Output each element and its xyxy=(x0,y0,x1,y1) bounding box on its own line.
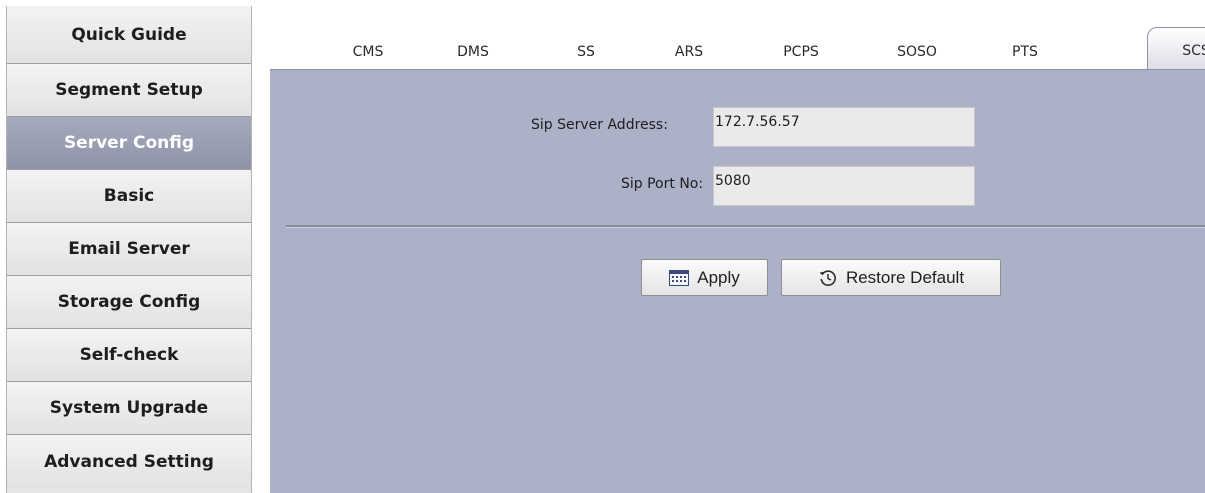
sidebar-item-segment-setup[interactable]: Segment Setup xyxy=(7,64,251,117)
restore-default-button-label: Restore Default xyxy=(845,267,965,287)
sidebar-item-email-server[interactable]: Email Server xyxy=(7,223,251,276)
sidebar-item-label: System Upgrade xyxy=(49,398,209,418)
tab-pcps[interactable]: PCPS xyxy=(783,44,819,60)
calendar-grid-icon xyxy=(669,269,690,286)
apply-button-label: Apply xyxy=(697,267,740,287)
sidebar-item-label: Email Server xyxy=(68,239,190,259)
sip-server-address-label: Sip Server Address: xyxy=(531,117,668,133)
sip-port-no-label: Sip Port No: xyxy=(621,176,704,192)
sidebar-item-server-config[interactable]: Server Config xyxy=(7,117,251,170)
sidebar-item-label: Segment Setup xyxy=(55,80,203,100)
sidebar-item-quick-guide[interactable]: Quick Guide xyxy=(7,6,251,64)
tab-soso[interactable]: SOSO xyxy=(897,44,937,60)
tab-pts[interactable]: PTS xyxy=(1012,44,1038,60)
sip-server-address-field[interactable]: 172.7.56.57 xyxy=(713,107,975,147)
tab-scs[interactable]: SCS xyxy=(1147,27,1205,71)
section-divider xyxy=(286,225,1205,228)
tab-ars[interactable]: ARS xyxy=(675,44,703,60)
tab-bar: CMS DMS SS ARS PCPS SOSO PTS SCS xyxy=(260,0,1205,71)
sidebar-nav: Quick Guide Segment Setup Server Config … xyxy=(6,6,252,493)
sidebar-item-system-upgrade[interactable]: System Upgrade xyxy=(7,382,251,435)
sidebar-item-label: Advanced Setting xyxy=(44,451,214,472)
restore-default-button[interactable]: Restore Default xyxy=(781,259,1001,296)
main-content: CMS DMS SS ARS PCPS SOSO PTS SCS Sip Ser… xyxy=(260,0,1205,493)
sidebar-item-basic[interactable]: Basic xyxy=(7,170,251,223)
sidebar-item-advanced-setting[interactable]: Advanced Setting xyxy=(7,435,251,488)
sidebar-item-label: Quick Guide xyxy=(71,24,187,45)
tab-cms[interactable]: CMS xyxy=(353,44,384,60)
sidebar-item-label: Self-check xyxy=(79,345,179,365)
scs-settings-panel: Sip Server Address: 172.7.56.57 Sip Port… xyxy=(270,70,1205,493)
tab-dms[interactable]: DMS xyxy=(457,44,489,60)
apply-button[interactable]: Apply xyxy=(641,259,768,296)
sidebar-item-label: Basic xyxy=(103,186,155,206)
restore-clock-icon xyxy=(818,268,838,288)
sidebar-item-storage-config[interactable]: Storage Config xyxy=(7,276,251,329)
sidebar-item-label: Storage Config xyxy=(57,292,201,312)
tab-ss[interactable]: SS xyxy=(577,44,595,60)
sip-port-no-field[interactable]: 5080 xyxy=(713,166,975,206)
sidebar-item-self-check[interactable]: Self-check xyxy=(7,329,251,382)
sidebar-item-label: Server Config xyxy=(63,133,195,153)
